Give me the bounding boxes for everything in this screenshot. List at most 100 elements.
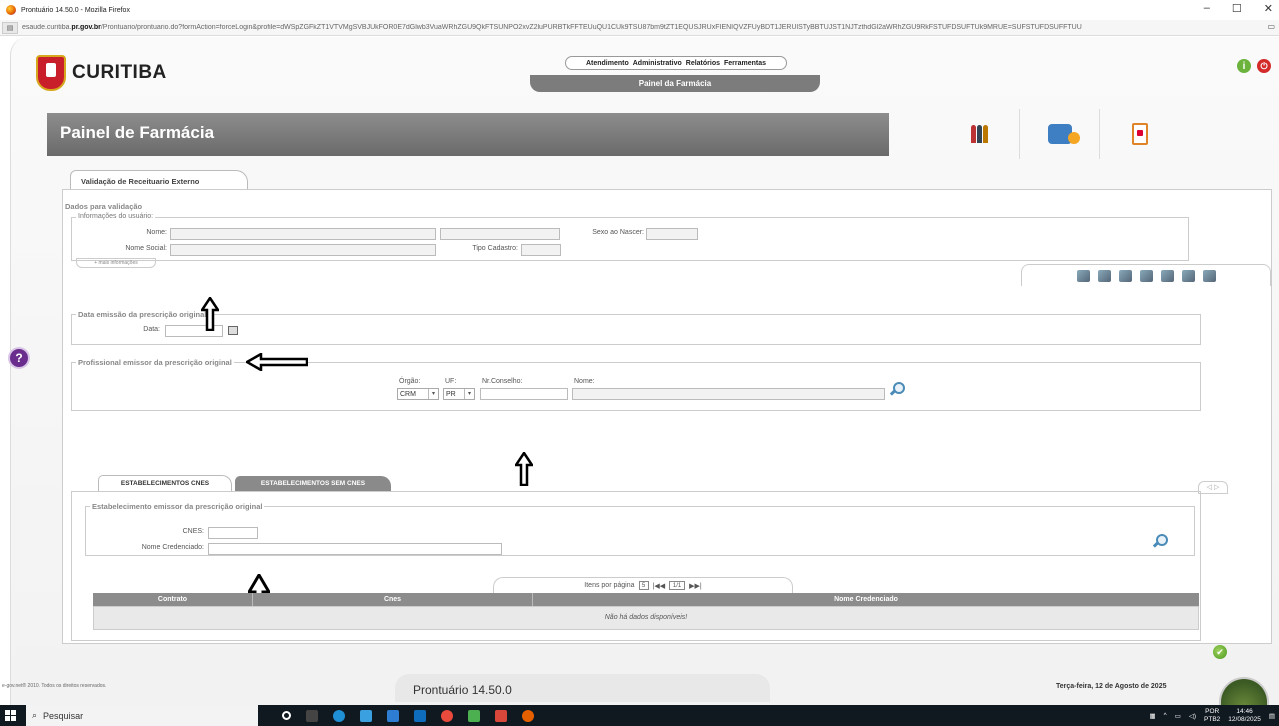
search-icon[interactable] xyxy=(890,381,906,397)
uf-value: PR xyxy=(446,390,456,398)
nome-social-label: Nome Social: xyxy=(125,245,167,252)
close-button[interactable]: ✕ xyxy=(1264,2,1273,15)
last-page-icon[interactable]: ▶▶| xyxy=(689,582,702,590)
language-indicator[interactable]: POR PTB2 xyxy=(1204,708,1220,724)
meds-shortcut[interactable] xyxy=(1020,109,1100,159)
task-view-icon[interactable] xyxy=(306,709,318,722)
url-bar[interactable]: ▤ esaude.curitiba.pr.gov.br/Prontuario/p… xyxy=(0,20,1279,36)
menu-atendimento[interactable]: Atendimento xyxy=(586,60,629,67)
k-app-icon[interactable] xyxy=(468,709,480,722)
start-button[interactable] xyxy=(0,705,20,726)
mail-icon[interactable] xyxy=(414,709,426,722)
table-empty-message: Não há dados disponíveis! xyxy=(93,606,1199,630)
search-patient-icon[interactable] xyxy=(1076,269,1090,282)
cnes-label: CNES: xyxy=(182,528,204,535)
search-icon: ⌕ xyxy=(32,710,38,720)
cortana-icon[interactable] xyxy=(282,711,291,720)
tab-validacao[interactable]: Validação de Receituario Externo xyxy=(70,170,248,190)
user-info-fieldset: Informações do usuário: Nome: Sexo ao Na… xyxy=(71,213,1189,261)
page-size-select[interactable]: 5 xyxy=(638,581,649,590)
uf-select[interactable]: PR ▾ xyxy=(443,388,475,400)
patient-toolbar xyxy=(1021,264,1271,286)
column-header[interactable]: Contrato xyxy=(93,593,253,606)
search-placeholder: Pesquisar xyxy=(43,710,84,721)
window-controls: – ☐ ✕ xyxy=(1204,2,1273,15)
tab-estabelecimentos-cnes[interactable]: ESTABELECIMENTOS CNES xyxy=(98,475,232,491)
reader-view-icon[interactable]: ▭ xyxy=(1267,22,1275,31)
nome-extra-field xyxy=(440,228,560,240)
url-path: /Prontuario/prontuario.do?formAction=for… xyxy=(100,24,1082,31)
orgao-label: Órgão: xyxy=(399,378,421,385)
firefox-taskbar-icon[interactable] xyxy=(522,709,534,722)
coat-of-arms-icon xyxy=(36,55,66,91)
first-page-icon[interactable]: |◀◀ xyxy=(653,582,666,590)
explorer-icon[interactable] xyxy=(360,709,372,722)
edit-patient-icon[interactable] xyxy=(1097,269,1111,282)
nr-conselho-input[interactable] xyxy=(480,388,568,400)
url-text[interactable]: esaude.curitiba.pr.gov.br/Prontuario/pro… xyxy=(22,24,1262,31)
history-icon[interactable] xyxy=(1139,269,1153,282)
menu-administrativo[interactable]: Administrativo xyxy=(633,60,682,67)
logo-text: CURITIBA xyxy=(72,62,167,83)
family-icon[interactable] xyxy=(1160,269,1174,282)
search-icon[interactable] xyxy=(1153,533,1169,549)
content-panel: Dados para validação Informações do usuá… xyxy=(62,189,1272,659)
pager-label: Itens por página xyxy=(584,582,635,589)
info-icon[interactable]: i xyxy=(1237,59,1251,73)
users-shortcut[interactable] xyxy=(940,109,1020,159)
edge-icon[interactable] xyxy=(333,709,345,722)
chart-icon[interactable] xyxy=(1202,269,1216,282)
time: 14:46 xyxy=(1236,707,1253,715)
notifications-icon[interactable]: ▤ xyxy=(1269,712,1275,720)
column-header[interactable]: Cnes xyxy=(253,593,533,606)
window-title: Prontuário 14.50.0 - Mozilla Firefox xyxy=(21,6,130,14)
column-header[interactable]: Nome Credenciado xyxy=(533,593,1199,606)
keyboard-icon[interactable]: ▦ xyxy=(1149,712,1155,720)
link-patient-icon[interactable] xyxy=(1118,269,1132,282)
maximize-button[interactable]: ☐ xyxy=(1232,2,1242,15)
pdf-icon[interactable] xyxy=(495,709,507,722)
orgao-select[interactable]: CRM ▾ xyxy=(397,388,439,400)
user-info-legend: Informações do usuário: xyxy=(76,213,156,220)
taskbar-search[interactable]: ⌕ Pesquisar xyxy=(26,705,258,726)
browser-titlebar: Prontuário 14.50.0 - Mozilla Firefox – ☐… xyxy=(0,0,1279,20)
sexo-field xyxy=(646,228,698,240)
calendar-icon[interactable] xyxy=(228,326,238,335)
taskbar: ⌕ Pesquisar ▦ ^ ▭ ◁) POR PTB2 14:46 12/08/2… xyxy=(0,705,1279,726)
clock[interactable]: 14:46 12/08/2025 xyxy=(1228,708,1261,724)
chevron-up-icon[interactable]: ^ xyxy=(1164,712,1167,719)
tab-nav-arrows[interactable]: ◁ ▷ xyxy=(1198,481,1228,494)
nome-social-field xyxy=(170,244,436,256)
page-title: Painel de Farmácia xyxy=(47,113,889,156)
clipboard-icon xyxy=(1132,123,1148,145)
top-menu: Atendimento Administrativo Relatórios Fe… xyxy=(565,56,787,70)
cnes-input[interactable] xyxy=(208,527,258,539)
mais-informacoes-link[interactable]: + mais informações xyxy=(76,258,156,268)
tab-estabelecimentos-sem-cnes[interactable]: ESTABELECIMENTOS SEM CNES xyxy=(235,476,391,492)
chrome-icon[interactable] xyxy=(441,709,453,722)
notes-icon[interactable] xyxy=(1181,269,1195,282)
page: ? CURITIBA Atendimento Administrativo Re… xyxy=(0,37,1279,705)
page-info-icon[interactable]: ▤ xyxy=(2,21,18,34)
power-icon[interactable]: ⏻ xyxy=(1257,59,1271,73)
tipo-cadastro-field xyxy=(521,244,561,256)
nome-credenciado-input[interactable] xyxy=(208,543,502,555)
confirm-icon[interactable]: ✔ xyxy=(1213,645,1227,659)
network-icon[interactable]: ▭ xyxy=(1175,712,1181,720)
taskbar-apps xyxy=(282,709,534,722)
nome-field xyxy=(170,228,436,240)
help-icon[interactable]: ? xyxy=(10,349,28,367)
menu-relatorios[interactable]: Relatórios xyxy=(686,60,720,67)
current-date: Terça-feira, 12 de Agosto de 2025 xyxy=(1056,683,1167,690)
page-indicator[interactable]: 1/1 xyxy=(669,581,686,590)
volume-icon[interactable]: ◁) xyxy=(1189,712,1196,720)
menu-ferramentas[interactable]: Ferramentas xyxy=(724,60,766,67)
lang-code: POR xyxy=(1205,707,1220,715)
minimize-button[interactable]: – xyxy=(1204,2,1210,15)
copyright-text: e-gov.net® 2010. Todos os direitos reser… xyxy=(2,683,107,689)
store-icon[interactable] xyxy=(387,709,399,722)
tipo-cadastro-label: Tipo Cadastro: xyxy=(472,245,518,252)
clipboard-shortcut[interactable] xyxy=(1100,109,1180,159)
data-emissao-fieldset: Data emissão da prescrição original Data… xyxy=(71,310,1201,345)
painel-tab[interactable]: Painel da Farmácia xyxy=(530,75,820,92)
